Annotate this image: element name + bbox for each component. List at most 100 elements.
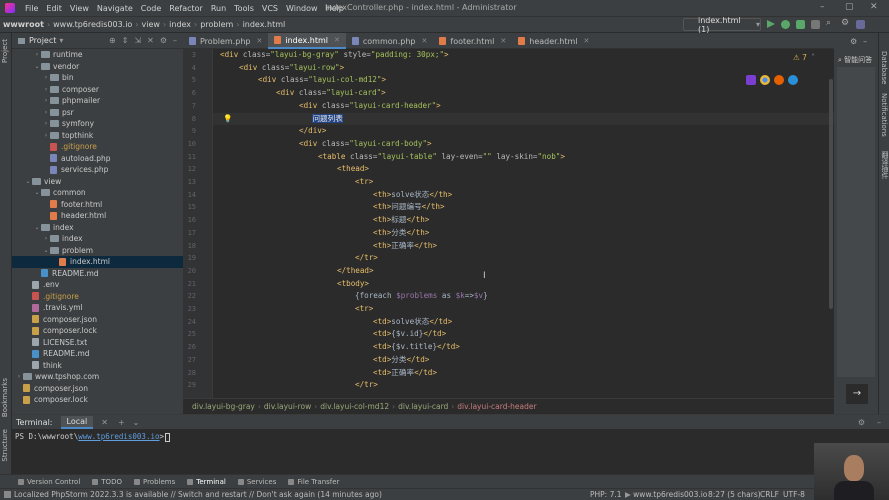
tree-item[interactable]: composer.lock [12,325,183,337]
project-tool-button[interactable]: Project [1,39,9,63]
nav-crumb-problem[interactable]: problem [197,20,236,29]
terminal-prompt[interactable]: PS D:\wwwroot\www.tp6redis003.io> [15,432,171,442]
tool-problems[interactable]: Problems [128,478,181,486]
locate-icon[interactable]: ⊕ [109,36,116,45]
tree-item[interactable]: ⌄ index [12,222,183,234]
menu-tools[interactable]: Tools [230,4,258,13]
tree-item[interactable]: composer.json [12,314,183,326]
menu-run[interactable]: Run [207,4,230,13]
tool-services[interactable]: Services [232,478,283,486]
tree-item[interactable]: › symfony [12,118,183,130]
editor-tab[interactable]: Problem.php ✕ [183,33,268,49]
tree-item[interactable]: › topthink [12,130,183,142]
search-icon[interactable]: ⌕ [838,56,842,64]
status-php-version[interactable]: PHP: 7.1 [590,490,622,499]
nav-crumb-file[interactable]: index.html [240,20,289,29]
tree-item[interactable]: README.md [12,268,183,280]
tree-item[interactable]: footer.html [12,199,183,211]
chevron-right-icon[interactable]: › [42,120,50,127]
tree-item[interactable]: .travis.yml [12,302,183,314]
chevron-down-icon[interactable]: ⌄ [33,224,41,231]
minimize-icon[interactable]: – [863,37,867,46]
tool-terminal[interactable]: Terminal [181,478,232,486]
tree-item[interactable]: › composer [12,84,183,96]
crumb-card-header[interactable]: div.layui-card-header [454,402,539,411]
close-tab-icon[interactable]: ✕ [334,36,340,44]
menu-code[interactable]: Code [137,4,165,13]
close-icon[interactable]: ✕ [870,2,878,12]
tree-item[interactable]: autoload.php [12,153,183,165]
editor-tab[interactable]: header.html ✕ [512,33,595,49]
prompt-link[interactable]: www.tp6redis003.io [78,432,159,441]
editor-tab[interactable]: footer.html ✕ [433,33,512,49]
close-tab-icon[interactable]: ✕ [500,37,506,45]
crumb-bg-gray[interactable]: div.layui-bg-gray [189,402,258,411]
chevron-right-icon[interactable]: › [42,97,50,104]
bookmarks-tool-button[interactable]: Bookmarks [1,378,9,417]
tool-version-control[interactable]: Version Control [12,478,86,486]
chevron-up-icon[interactable]: ˄ [811,53,815,62]
tree-item[interactable]: ⌄ vendor [12,61,183,73]
menu-file[interactable]: File [21,4,42,13]
chevron-right-icon[interactable]: › [42,235,50,242]
tree-item[interactable]: › phpmailer [12,95,183,107]
minimize-icon[interactable]: – [820,2,825,12]
coverage-icon[interactable] [796,20,805,29]
crumb-col[interactable]: div.layui-col-md12 [317,402,392,411]
expand-icon[interactable]: ⇲ [134,36,141,45]
close-tab-icon[interactable]: ✕ [583,37,589,45]
gear-icon[interactable]: ⚙ [858,418,865,427]
search-everywhere-icon[interactable]: ⌕ [826,18,835,28]
project-title[interactable]: Project [29,36,56,45]
send-arrow-icon[interactable]: → [846,384,868,404]
tree-item[interactable]: › psr [12,107,183,119]
chevron-right-icon[interactable]: › [42,132,50,139]
menu-vcs[interactable]: VCS [258,4,282,13]
tree-item[interactable]: composer.json [12,383,183,395]
tree-item[interactable]: composer.lock [12,394,183,406]
inspection-widget[interactable]: ⚠ 7 ˄ [793,53,815,62]
tree-item[interactable]: › bin [12,72,183,84]
plugin-icon[interactable] [856,20,865,29]
chevron-right-icon[interactable]: › [33,51,41,58]
crumb-row[interactable]: div.layui-row [261,402,314,411]
tree-item[interactable]: › runtime [12,49,183,61]
close-tab-icon[interactable]: ✕ [422,37,428,45]
run-icon[interactable] [767,20,775,28]
tree-item[interactable]: services.php [12,164,183,176]
status-caret-position[interactable]: 8:27 (5 chars) [708,490,761,499]
translate-plugin-button[interactable]: 翻译插件 [880,151,889,179]
close-icon[interactable]: ✕ [147,36,154,45]
chevron-down-icon[interactable]: ⌄ [33,189,41,196]
gear-icon[interactable]: ⚙ [160,36,167,45]
tree-item[interactable]: .env [12,279,183,291]
stop-icon[interactable] [811,20,820,29]
edge-icon[interactable] [788,75,798,85]
structure-tool-button[interactable]: Structure [1,429,9,462]
status-project[interactable]: ▶ www.tp6redis003.io [625,490,707,499]
status-toggle-icon[interactable] [4,491,11,498]
database-tool-button[interactable]: Database [880,51,888,84]
tree-item[interactable]: ⌄ problem [12,245,183,257]
hide-icon[interactable]: – [173,36,177,45]
close-tab-icon[interactable]: ✕ [256,37,262,45]
menu-window[interactable]: Window [282,4,322,13]
chevron-right-icon[interactable]: › [42,109,50,116]
run-configuration-select[interactable]: index.html (1) ▾ [683,16,761,34]
collapse-icon[interactable]: ⇕ [122,36,129,45]
tree-item[interactable]: LICENSE.txt [12,337,183,349]
chevron-down-icon[interactable]: ⌄ [133,418,140,427]
chevron-down-icon[interactable]: ▾ [59,36,63,45]
menu-edit[interactable]: Edit [42,4,66,13]
menu-navigate[interactable]: Navigate [93,4,137,13]
chevron-down-icon[interactable]: ⌄ [42,247,50,254]
tree-item[interactable]: ⌄ view [12,176,183,188]
nav-crumb-view[interactable]: view [139,20,163,29]
tool-todo[interactable]: TODO [86,478,128,486]
menu-refactor[interactable]: Refactor [165,4,207,13]
editor-tab[interactable]: common.php ✕ [346,33,434,49]
firefox-icon[interactable] [774,75,784,85]
editor-tab[interactable]: index.html ✕ [268,33,346,49]
status-encoding[interactable]: UTF-8 [783,490,805,499]
chevron-down-icon[interactable]: ⌄ [24,178,32,185]
